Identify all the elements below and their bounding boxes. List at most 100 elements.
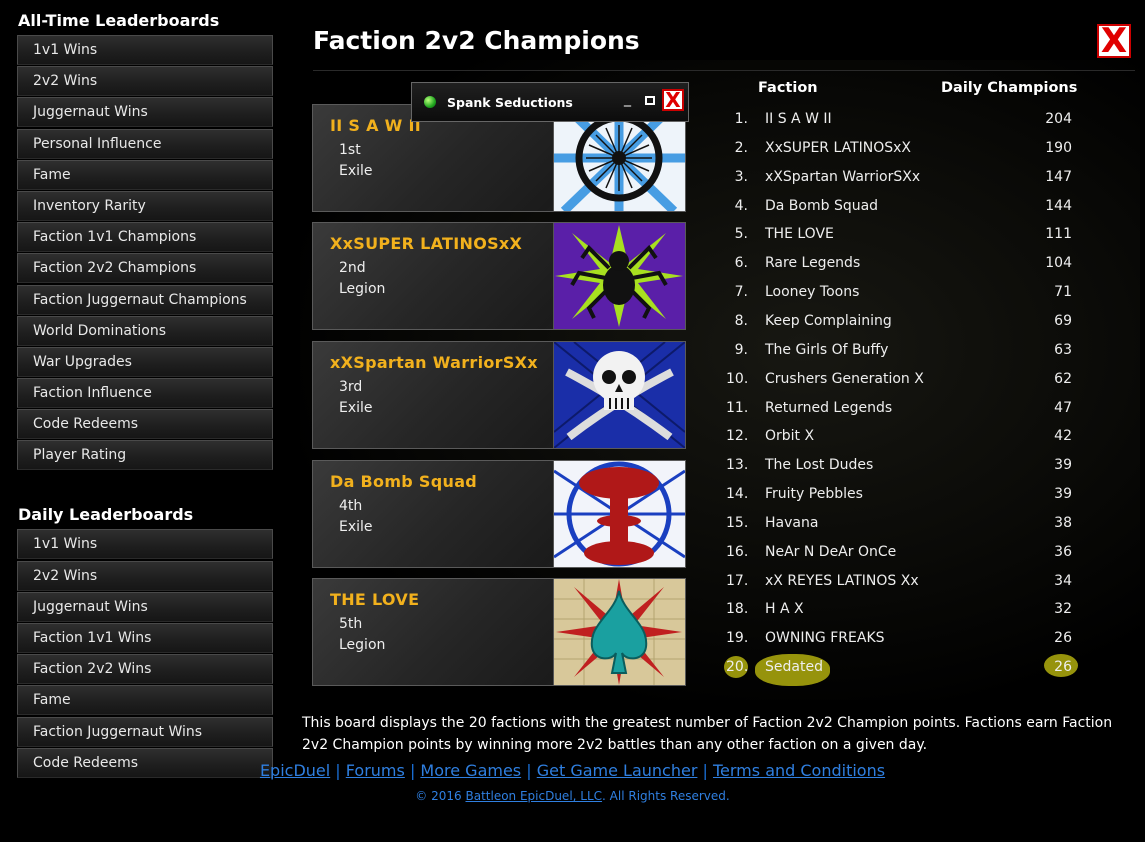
leaderboard-menu-item[interactable]: 2v2 Wins [17,560,273,591]
footer-separator: | [702,761,708,780]
champion-name: xXSpartan WarriorSXx [330,353,538,372]
champion-card-2[interactable]: XxSUPER LATINOSxX 2nd Legion [312,222,686,330]
leaderboard-menu-item[interactable]: Faction 2v2 Champions [17,253,273,284]
footer-separator: | [409,761,416,780]
rank-number: 11. [726,399,749,416]
faction-name[interactable]: Rare Legends [765,255,860,271]
champion-alignment: Exile [339,519,373,535]
footer-separator: | [335,761,341,780]
faction-popup[interactable]: Spank Seductions _ X [411,82,689,122]
footer-link-forums[interactable]: Forums [346,761,405,780]
rank-number: 18. [726,601,749,618]
leaderboard-menu-item[interactable]: 1v1 Wins [17,35,273,65]
faction-name[interactable]: Fruity Pebbles [765,486,863,502]
leaderboard-menu-item[interactable]: Player Rating [17,440,273,471]
faction-name[interactable]: The Girls Of Buffy [765,342,888,358]
faction-name[interactable]: NeAr N DeAr OnCe [765,544,896,560]
table-row: 8. Keep Complaining 69 [726,313,1072,339]
faction-name[interactable]: xXSpartan WarriorSXx [765,169,920,185]
leaderboard-menu-item[interactable]: Fame [17,159,273,190]
rank-number: 3. [734,168,748,185]
leaderboard-menu-item[interactable]: Juggernaut Wins [17,591,273,622]
skull-crossed-swords-emblem-icon [553,342,685,448]
champion-points: 39 [1054,457,1072,474]
champion-name: THE LOVE [330,590,420,609]
rank-number: 15. [726,514,749,531]
leaderboard-menu-item[interactable]: Faction 1v1 Wins [17,623,273,653]
rank-number: 1. [734,111,748,127]
table-row: 15. Havana 38 [726,515,1072,541]
faction-name[interactable]: Da Bomb Squad [765,198,878,214]
leaderboard-menu-item[interactable]: World Dominations [17,315,273,346]
table-row: 6. Rare Legends 104 [726,255,1072,281]
table-row: 9. The Girls Of Buffy 63 [726,342,1072,368]
daily-list: 1v1 Wins 2v2 Wins Juggernaut Wins Faction 1… [17,529,273,778]
popup-close-button[interactable]: X [662,89,684,111]
leaderboard-menu-item[interactable]: Code Redeems [17,409,273,440]
faction-name[interactable]: The Lost Dudes [765,457,873,473]
footer-link-game-launcher[interactable]: Get Game Launcher [537,761,698,780]
faction-name[interactable]: H A X [765,601,804,617]
faction-name[interactable]: Looney Toons [765,284,859,300]
champion-rank: 5th [339,616,363,632]
footer-link-more-games[interactable]: More Games [420,761,521,780]
leaderboard-menu-item[interactable]: War Upgrades [17,346,273,377]
table-row: 17. xX REYES LATINOS Xx 34 [726,573,1072,599]
faction-name[interactable]: OWNING FREAKS [765,630,885,646]
leaderboard-menu-item[interactable]: Faction Influence [17,378,273,409]
faction-name[interactable]: Keep Complaining [765,313,892,329]
leaderboard-menu-item[interactable]: Faction 1v1 Champions [17,222,273,253]
champion-rank: 1st [339,142,361,158]
champion-points: 42 [1054,428,1072,445]
faction-name[interactable]: Orbit X [765,428,814,444]
champion-alignment: Exile [339,400,373,416]
faction-name[interactable]: II S A W II [765,111,832,127]
all-time-list: 1v1 Wins 2v2 Wins Juggernaut Wins Personal … [17,35,273,471]
faction-name[interactable]: Havana [765,515,818,531]
champion-alignment: Legion [339,637,386,653]
leaderboard-menu-item[interactable]: Personal Influence [17,128,273,159]
online-status-icon [424,96,436,108]
minimize-icon[interactable]: _ [624,91,631,107]
rank-number: 20. [726,659,749,676]
teal-spade-emblem-icon [553,579,685,685]
champion-name: Da Bomb Squad [330,472,478,491]
champion-points: 47 [1054,399,1072,416]
copyright-link[interactable]: Battleon EpicDuel, LLC [465,789,602,803]
maximize-icon[interactable] [645,96,655,105]
table-row: 16. NeAr N DeAr OnCe 36 [726,544,1072,570]
faction-name[interactable]: THE LOVE [765,226,834,242]
leaderboard-menu-item[interactable]: Juggernaut Wins [17,97,273,128]
rank-number: 14. [726,486,749,503]
rank-number: 13. [726,457,749,474]
footer-separator: | [526,761,532,780]
faction-name[interactable]: xX REYES LATINOS Xx [765,573,919,589]
daily-title: Daily Leaderboards [18,505,194,525]
faction-name[interactable]: Crushers Generation X [765,371,924,387]
faction-name[interactable]: Returned Legends [765,400,892,416]
leaderboard-menu-item[interactable]: 1v1 Wins [17,529,273,560]
close-button[interactable]: X [1097,24,1131,58]
leaderboard-menu-item[interactable]: Faction Juggernaut Champions [17,284,273,315]
leaderboard-menu-item[interactable]: Faction 2v2 Wins [17,654,273,685]
faction-name[interactable]: Sedated [765,659,823,675]
rank-number: 9. [734,341,748,358]
title-divider [313,70,1135,71]
leaderboard-menu-item[interactable]: Faction Juggernaut Wins [17,716,273,747]
champion-points: 62 [1054,370,1072,387]
board-description: This board displays the 20 factions with… [302,715,1113,753]
leaderboard-menu-item[interactable]: Inventory Rarity [17,190,273,221]
rank-number: 8. [734,312,748,329]
leaderboard-menu-item[interactable]: Fame [17,685,273,716]
table-row: 18. H A X 32 [726,601,1072,627]
faction-name[interactable]: XxSUPER LATINOSxX [765,140,911,156]
footer-link-terms[interactable]: Terms and Conditions [713,761,885,780]
champion-card-3[interactable]: xXSpartan WarriorSXx 3rd Exile [312,341,686,449]
footer-link-epicduel[interactable]: EpicDuel [260,761,330,780]
column-header-faction: Faction [758,80,818,96]
champion-points: 204 [1045,111,1072,127]
champion-card-5[interactable]: THE LOVE 5th Legion [312,578,686,686]
leaderboard-menu-item[interactable]: 2v2 Wins [17,66,273,97]
table-row: 13. The Lost Dudes 39 [726,457,1072,483]
champion-card-4[interactable]: Da Bomb Squad 4th Exile [312,460,686,568]
